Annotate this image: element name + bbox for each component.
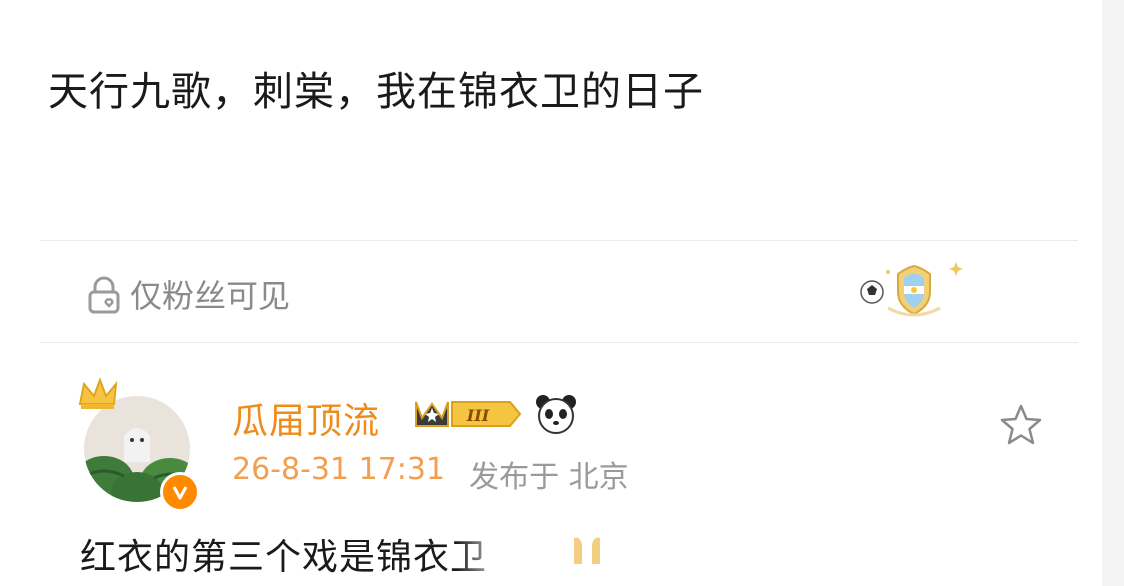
visibility-label: 仅粉丝可见: [130, 277, 291, 315]
visibility-indicator: 仅粉丝可见: [82, 272, 290, 316]
verified-v-icon: [160, 472, 200, 512]
timestamp: 26-8-31 17:31: [232, 452, 446, 487]
scroll-edge: [1102, 0, 1124, 586]
divider: [40, 240, 1078, 241]
avatar-wrap[interactable]: [78, 377, 200, 512]
star-icon[interactable]: [998, 402, 1044, 448]
location: 发布于 北京: [469, 460, 629, 495]
comment-item[interactable]: 瓜届顶流 III 26-8-31 17:31 发布于 北京 红衣的第三个戏是锦衣…: [78, 370, 1080, 586]
divider: [40, 342, 1078, 343]
post-text: 天行九歌，刺棠，我在锦衣卫的日子: [48, 69, 704, 115]
panda-icon: [536, 395, 576, 434]
lock-heart-icon: [88, 276, 120, 314]
football-shield-badge-icon: [860, 262, 963, 317]
comment-text: 红衣的第三个戏是锦衣卫: [80, 537, 488, 578]
level-badge-text: III: [466, 406, 490, 425]
crown-icon: [78, 377, 118, 409]
username[interactable]: 瓜届顶流: [232, 392, 380, 444]
emoji-icon: [574, 537, 600, 564]
comment-meta: 26-8-31 17:31 发布于 北京: [232, 452, 629, 496]
level-badge: III: [415, 401, 522, 427]
post-body: 天行九歌，刺棠，我在锦衣卫的日子: [48, 64, 1078, 120]
text-fade-mask: [456, 528, 646, 578]
